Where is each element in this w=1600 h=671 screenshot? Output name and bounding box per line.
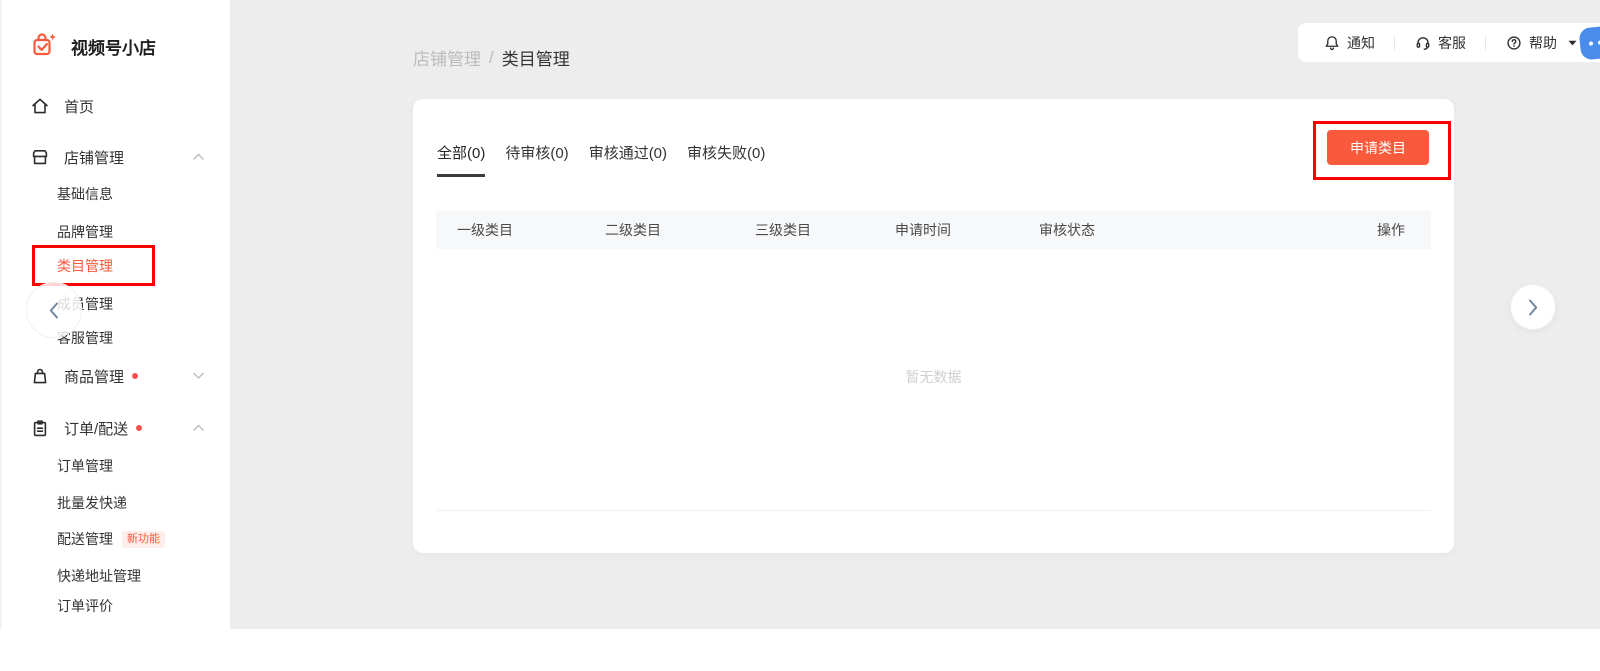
- tab-review-failed[interactable]: 审核失败(0): [687, 142, 765, 177]
- expand-panel-button[interactable]: [1510, 284, 1556, 330]
- sidebar-item-order-delivery[interactable]: 订单/配送: [2, 415, 232, 441]
- column-header-level1-category: 一级类目: [457, 220, 513, 240]
- sidebar-subitem-label: 订单管理: [57, 456, 113, 476]
- sidebar-item-home[interactable]: 首页: [2, 93, 232, 119]
- sidebar-item-label: 订单/配送: [64, 418, 128, 439]
- customer-service-label: 客服: [1438, 33, 1466, 53]
- sidebar-subitem-label: 配送管理: [57, 529, 113, 549]
- column-header-actions: 操作: [1377, 220, 1405, 240]
- customer-service-button[interactable]: 客服: [1414, 33, 1466, 53]
- sidebar-item-shop-management[interactable]: 店铺管理: [2, 144, 232, 170]
- sidebar-item-batch-shipping[interactable]: 批量发快递: [2, 490, 232, 516]
- chevron-left-icon: [49, 302, 59, 319]
- sidebar-item-order-management[interactable]: 订单管理: [2, 453, 232, 479]
- topbar-actions: 通知 客服: [1298, 23, 1600, 62]
- table-bottom-divider: [436, 510, 1431, 511]
- status-tabs: 全部(0) 待审核(0) 审核通过(0) 审核失败(0): [437, 142, 765, 177]
- column-header-apply-time: 申请时间: [895, 220, 951, 240]
- headset-icon: [1414, 34, 1432, 52]
- topbar-divider: [1394, 35, 1395, 50]
- category-management-card: 全部(0) 待审核(0) 审核通过(0) 审核失败(0) 申请类目 一级类目 二…: [413, 99, 1454, 553]
- notifications-label: 通知: [1347, 33, 1375, 53]
- empty-state-text: 暂无数据: [436, 367, 1431, 387]
- sidebar-subitem-label: 品牌管理: [57, 222, 113, 242]
- sidebar-item-category-management[interactable]: 类目管理: [2, 253, 232, 279]
- column-header-level3-category: 三级类目: [755, 220, 811, 240]
- topbar-items: 通知 客服: [1298, 23, 1577, 62]
- chevron-right-icon: [1528, 299, 1538, 316]
- new-feature-badge: 新功能: [122, 531, 165, 548]
- topbar-divider: [1485, 35, 1486, 50]
- tab-pending-review[interactable]: 待审核(0): [505, 142, 568, 177]
- shopping-bag-icon: [30, 366, 50, 386]
- sidebar-item-label: 商品管理: [64, 366, 124, 387]
- sidebar-subitem-label: 类目管理: [57, 256, 113, 276]
- sidebar-item-basic-info[interactable]: 基础信息: [2, 181, 232, 207]
- sidebar-subitem-label: 订单评价: [57, 596, 113, 616]
- app-title: 视频号小店: [71, 34, 156, 59]
- sidebar-item-delivery-management[interactable]: 配送管理 新功能: [2, 526, 232, 552]
- breadcrumb-current: 类目管理: [502, 45, 570, 70]
- home-icon: [30, 96, 50, 116]
- chevron-up-icon: [193, 425, 204, 432]
- notification-dot: [132, 373, 138, 379]
- chevron-down-icon: [193, 373, 204, 380]
- sidebar-subitem-label: 基础信息: [57, 184, 113, 204]
- sidebar-collapse-button[interactable]: [26, 282, 82, 338]
- help-label: 帮助: [1529, 33, 1557, 53]
- storefront-icon: [30, 147, 50, 167]
- breadcrumb-separator: /: [489, 48, 494, 68]
- notification-dot: [136, 425, 142, 431]
- bell-icon: [1323, 34, 1341, 52]
- notifications-button[interactable]: 通知: [1323, 33, 1375, 53]
- sidebar-subitem-label: 批量发快递: [57, 493, 127, 513]
- sidebar-item-label: 店铺管理: [64, 147, 124, 168]
- sidebar-subitem-label: 快递地址管理: [57, 566, 141, 586]
- column-header-level2-category: 二级类目: [605, 220, 661, 240]
- chevron-up-icon: [193, 154, 204, 161]
- sidebar-item-express-address-management[interactable]: 快递地址管理: [2, 563, 232, 589]
- breadcrumb: 店铺管理 / 类目管理: [413, 45, 570, 70]
- app-logo: 视频号小店: [28, 31, 156, 61]
- avatar-eye: [1589, 41, 1593, 45]
- tab-review-approved[interactable]: 审核通过(0): [589, 142, 667, 177]
- question-circle-icon: [1505, 34, 1523, 52]
- sidebar-item-order-review[interactable]: 订单评价: [2, 593, 232, 619]
- tab-all[interactable]: 全部(0): [437, 142, 485, 177]
- app-window: 视频号小店 首页 店铺管理 基础信息: [0, 0, 1600, 671]
- account-avatar[interactable]: [1578, 25, 1600, 60]
- caret-down-icon: [1568, 40, 1577, 46]
- table-header-row: 一级类目 二级类目 三级类目 申请时间 审核状态 操作: [436, 211, 1431, 249]
- shop-bag-logo-icon: [28, 31, 58, 61]
- sidebar-item-label: 首页: [64, 96, 94, 117]
- sidebar-item-brand-management[interactable]: 品牌管理: [2, 219, 232, 245]
- breadcrumb-parent[interactable]: 店铺管理: [413, 45, 481, 70]
- apply-category-button[interactable]: 申请类目: [1327, 130, 1429, 165]
- help-dropdown-button[interactable]: 帮助: [1505, 33, 1577, 53]
- column-header-review-status: 审核状态: [1039, 220, 1095, 240]
- sidebar-item-goods-management[interactable]: 商品管理: [2, 363, 232, 389]
- clipboard-icon: [30, 418, 50, 438]
- sidebar: 视频号小店 首页 店铺管理 基础信息: [0, 0, 230, 629]
